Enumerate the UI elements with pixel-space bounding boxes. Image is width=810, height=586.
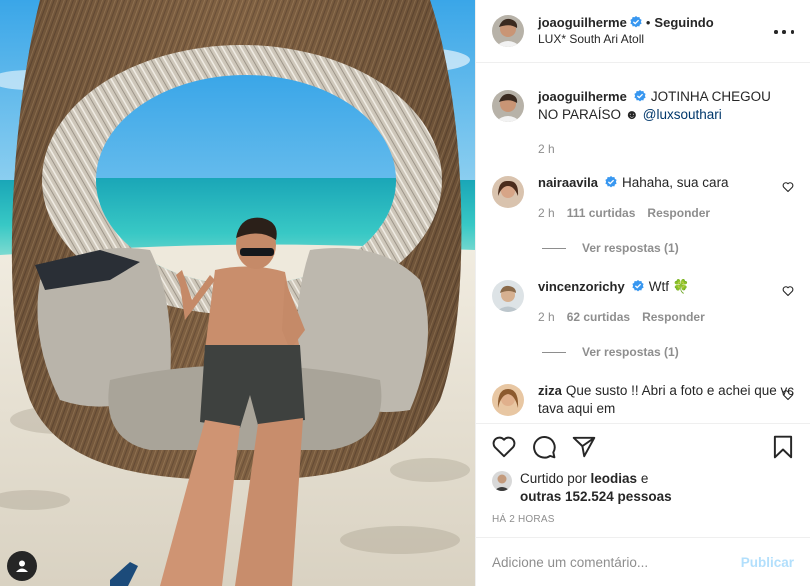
caption-mention[interactable]: @luxsouthari: [643, 107, 722, 122]
photo-scene: [0, 0, 475, 586]
comment-item: vincenzorichy Wtf 🍀 2 h 62 curtidas Respo…: [492, 278, 794, 326]
caption-avatar[interactable]: [492, 90, 524, 122]
caption: joaoguilherme JOTINHA CHEGOU NO PARAÍSO ☻…: [492, 88, 794, 158]
replies-divider: [542, 351, 566, 353]
verified-badge-icon: [632, 279, 644, 292]
replies-divider: [542, 247, 566, 249]
post-dialog: joaoguilherme • Seguindo LUX* South Ari At…: [0, 0, 810, 586]
liked-by: Curtido por leodias e outras 152.524 pes…: [492, 470, 794, 506]
likes-count-link[interactable]: outras 152.524 pessoas: [520, 489, 672, 504]
heart-icon[interactable]: [782, 389, 794, 401]
commenter-avatar[interactable]: [492, 280, 524, 312]
add-comment-bar: Publicar: [476, 537, 810, 586]
comment-text: Que susto !! Abri a foto e achei que vc …: [538, 383, 794, 416]
author-avatar[interactable]: [492, 15, 524, 47]
heart-icon[interactable]: [782, 285, 794, 297]
comments-list[interactable]: joaoguilherme JOTINHA CHEGOU NO PARAÍSO ☻…: [476, 64, 810, 423]
liked-by-prefix: Curtido por: [520, 471, 591, 486]
user-tag-icon[interactable]: [7, 551, 37, 581]
comment-likes[interactable]: 111 curtidas: [567, 204, 636, 222]
reply-button[interactable]: Responder: [642, 308, 705, 326]
following-button[interactable]: Seguindo: [654, 15, 713, 30]
verified-badge-icon: [605, 175, 617, 188]
reply-button[interactable]: Responder: [647, 204, 710, 222]
post-side-panel: joaoguilherme • Seguindo LUX* South Ari At…: [475, 0, 810, 586]
follow-separator: •: [645, 15, 651, 30]
comment-likes[interactable]: 62 curtidas: [567, 308, 630, 326]
view-replies-label: Ver respostas (1): [582, 241, 679, 255]
caption-time[interactable]: 2 h: [538, 140, 555, 158]
comment-item: nairaavila Hahaha, sua cara 2 h 111 curti…: [492, 174, 794, 222]
post-photo[interactable]: [0, 0, 475, 586]
liked-by-middle: e: [637, 471, 649, 486]
view-replies-label: Ver respostas (1): [582, 345, 679, 359]
heart-icon[interactable]: [782, 181, 794, 193]
caption-username[interactable]: joaoguilherme: [538, 89, 627, 104]
comment-username[interactable]: nairaavila: [538, 175, 598, 190]
commenter-avatar[interactable]: [492, 384, 524, 416]
comment-icon[interactable]: [531, 434, 557, 460]
comment-text: Wtf 🍀: [648, 279, 690, 294]
publish-button[interactable]: Publicar: [741, 555, 794, 570]
comment-time[interactable]: 2 h: [538, 204, 555, 222]
verified-badge-icon: [634, 89, 646, 102]
more-options-icon[interactable]: [774, 22, 794, 42]
comment-text: Hahaha, sua cara: [622, 175, 729, 190]
comment-input[interactable]: [492, 554, 741, 570]
author-username[interactable]: joaoguilherme: [538, 15, 627, 30]
comment-username[interactable]: ziza: [538, 383, 562, 398]
liked-by-avatar[interactable]: [492, 471, 512, 491]
view-replies-button[interactable]: Ver respostas (1): [542, 241, 679, 255]
heart-icon[interactable]: [491, 434, 517, 460]
post-header: joaoguilherme • Seguindo LUX* South Ari At…: [476, 0, 810, 63]
post-location[interactable]: LUX* South Ari Atoll: [538, 31, 714, 48]
bookmark-icon[interactable]: [770, 434, 796, 460]
view-replies-button[interactable]: Ver respostas (1): [542, 345, 679, 359]
verified-badge-icon: [630, 15, 642, 28]
liked-by-user[interactable]: leodias: [591, 471, 638, 486]
share-icon[interactable]: [571, 434, 597, 460]
post-timestamp[interactable]: HÁ 2 HORAS: [492, 514, 555, 525]
comment-time[interactable]: 2 h: [538, 308, 555, 326]
comment-username[interactable]: vincenzorichy: [538, 279, 625, 294]
comment-item: ziza Que susto !! Abri a foto e achei que…: [492, 382, 794, 418]
commenter-avatar[interactable]: [492, 176, 524, 208]
action-bar: [476, 423, 810, 471]
